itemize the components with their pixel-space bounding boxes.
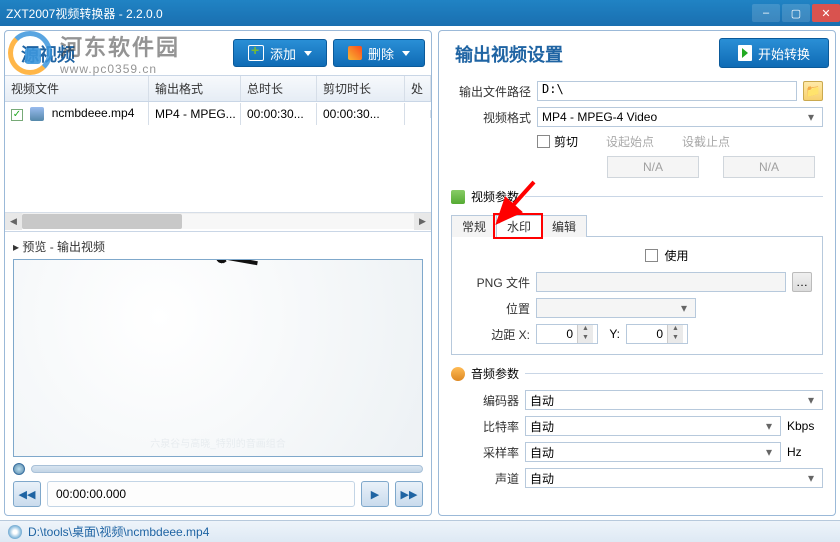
video-params-tabs: 常规 水印 编辑 xyxy=(451,215,823,237)
encoder-label: 编码器 xyxy=(451,392,519,409)
video-params-group: 视频参数 xyxy=(451,188,823,205)
rewind-button[interactable]: ◀◀ xyxy=(13,481,41,507)
margin-y-label: Y: xyxy=(604,327,620,341)
tab-general[interactable]: 常规 xyxy=(451,215,497,237)
music-note-icon xyxy=(451,367,465,381)
margin-x-spinner[interactable]: ▲▼ xyxy=(536,324,598,344)
start-point-box: N/A xyxy=(607,156,699,178)
preview-section: ▸ 预览 - 输出视频 六泉谷与高晓_特别的音画组合 xyxy=(5,231,431,515)
row-cut: 00:00:30... xyxy=(317,103,405,125)
preview-caption: 六泉谷与高晓_特别的音画组合 xyxy=(14,435,422,450)
scroll-thumb[interactable] xyxy=(22,214,182,229)
source-video-panel: 源视频 添加 删除 视频文件 输出格式 总时长 剪切时长 处 ✓ xyxy=(4,30,432,516)
bitrate-label: 比特率 xyxy=(451,418,519,435)
status-bar: D:\tools\桌面\视频\ncmbdeee.mp4 xyxy=(0,520,840,542)
disc-icon xyxy=(8,525,22,539)
end-point-box: N/A xyxy=(723,156,815,178)
titlebar: ZXT2007视频转换器 - 2.2.0.0 – ▢ ✕ xyxy=(0,0,840,26)
source-title: 源视频 xyxy=(11,35,227,71)
video-format-select[interactable]: MP4 - MPEG-4 Video ▾ xyxy=(537,107,823,127)
output-settings-panel: 输出视频设置 开始转换 输出文件路径 D:\ 📁 视频格式 MP4 - MPEG… xyxy=(438,30,836,516)
row-filename: ncmbdeee.mp4 xyxy=(52,106,135,120)
set-end-label: 设截止点 xyxy=(682,133,730,150)
col-format[interactable]: 输出格式 xyxy=(149,76,241,101)
scroll-right-icon[interactable]: ▶ xyxy=(414,213,431,230)
file-table-header: 视频文件 输出格式 总时长 剪切时长 处 xyxy=(5,75,431,102)
play-button[interactable]: ▶ xyxy=(361,481,389,507)
forward-button[interactable]: ▶▶ xyxy=(395,481,423,507)
row-progress xyxy=(405,110,431,118)
samplerate-select[interactable]: 自动▾ xyxy=(525,442,781,462)
png-file-input[interactable] xyxy=(536,272,786,292)
bitrate-select[interactable]: 自动▾ xyxy=(525,416,781,436)
file-table-body: ✓ ncmbdeee.mp4 MP4 - MPEG... 00:00:30...… xyxy=(5,102,431,212)
position-label: 位置 xyxy=(462,300,530,317)
tab-watermark[interactable]: 水印 xyxy=(496,215,542,237)
row-checkbox[interactable]: ✓ xyxy=(11,109,23,121)
broom-icon xyxy=(348,46,362,60)
video-preview[interactable]: 六泉谷与高晓_特别的音画组合 xyxy=(13,259,423,457)
timecode: 00:00:00.000 xyxy=(47,481,355,507)
add-button[interactable]: 添加 xyxy=(233,39,327,67)
audio-params-group: 音频参数 xyxy=(451,365,823,382)
convert-icon xyxy=(738,45,752,61)
horizontal-scrollbar[interactable]: ◀ ▶ xyxy=(5,212,431,229)
cut-label: 剪切 xyxy=(554,133,578,150)
chevron-down-icon xyxy=(304,51,312,56)
watermark-tab-panel: 使用 PNG 文件 … 位置 ▾ 边距 X: ▲▼ Y: xyxy=(451,236,823,355)
delete-button[interactable]: 删除 xyxy=(333,39,425,67)
preview-progress[interactable] xyxy=(13,463,423,475)
chevron-down-icon: ▾ xyxy=(804,110,818,124)
tab-edit[interactable]: 编辑 xyxy=(541,215,587,237)
output-path-input[interactable]: D:\ xyxy=(537,81,797,101)
margin-y-spinner[interactable]: ▲▼ xyxy=(626,324,688,344)
kbps-label: Kbps xyxy=(787,419,823,433)
progress-knob[interactable] xyxy=(13,463,25,475)
maximize-button[interactable]: ▢ xyxy=(782,4,810,22)
row-duration: 00:00:30... xyxy=(241,103,317,125)
output-path-label: 输出文件路径 xyxy=(451,83,531,100)
cut-checkbox[interactable] xyxy=(537,135,550,148)
add-icon xyxy=(248,45,264,61)
window-title: ZXT2007视频转换器 - 2.2.0.0 xyxy=(6,5,750,22)
samplerate-label: 采样率 xyxy=(451,444,519,461)
row-format: MP4 - MPEG... xyxy=(149,103,241,125)
col-progress[interactable]: 处 xyxy=(405,76,431,101)
channel-select[interactable]: 自动▾ xyxy=(525,468,823,488)
progress-track[interactable] xyxy=(31,465,423,473)
png-file-label: PNG 文件 xyxy=(462,274,530,291)
video-file-icon xyxy=(30,107,44,121)
channel-label: 声道 xyxy=(451,470,519,487)
use-watermark-checkbox[interactable] xyxy=(645,249,658,262)
preview-title: ▸ 预览 - 输出视频 xyxy=(13,236,423,259)
col-cut[interactable]: 剪切时长 xyxy=(317,76,405,101)
col-file[interactable]: 视频文件 xyxy=(5,76,149,101)
scroll-left-icon[interactable]: ◀ xyxy=(5,213,22,230)
set-start-label: 设起始点 xyxy=(606,133,654,150)
chevron-down-icon xyxy=(402,51,410,56)
close-button[interactable]: ✕ xyxy=(812,4,840,22)
transport-controls: ◀◀ 00:00:00.000 ▶ ▶▶ xyxy=(13,481,423,507)
minimize-button[interactable]: – xyxy=(752,4,780,22)
browse-folder-icon[interactable]: 📁 xyxy=(803,81,823,101)
status-path: D:\tools\桌面\视频\ncmbdeee.mp4 xyxy=(28,523,209,540)
use-label: 使用 xyxy=(664,247,688,264)
video-format-label: 视频格式 xyxy=(451,109,531,126)
hz-label: Hz xyxy=(787,445,823,459)
position-select[interactable]: ▾ xyxy=(536,298,696,318)
browse-png-icon[interactable]: … xyxy=(792,272,812,292)
margin-x-label: 边距 X: xyxy=(462,326,530,343)
output-title: 输出视频设置 xyxy=(445,35,713,71)
encoder-select[interactable]: 自动▾ xyxy=(525,390,823,410)
start-convert-button[interactable]: 开始转换 xyxy=(719,38,829,68)
table-row[interactable]: ✓ ncmbdeee.mp4 MP4 - MPEG... 00:00:30...… xyxy=(5,102,431,125)
col-duration[interactable]: 总时长 xyxy=(241,76,317,101)
clapper-icon xyxy=(451,190,465,204)
